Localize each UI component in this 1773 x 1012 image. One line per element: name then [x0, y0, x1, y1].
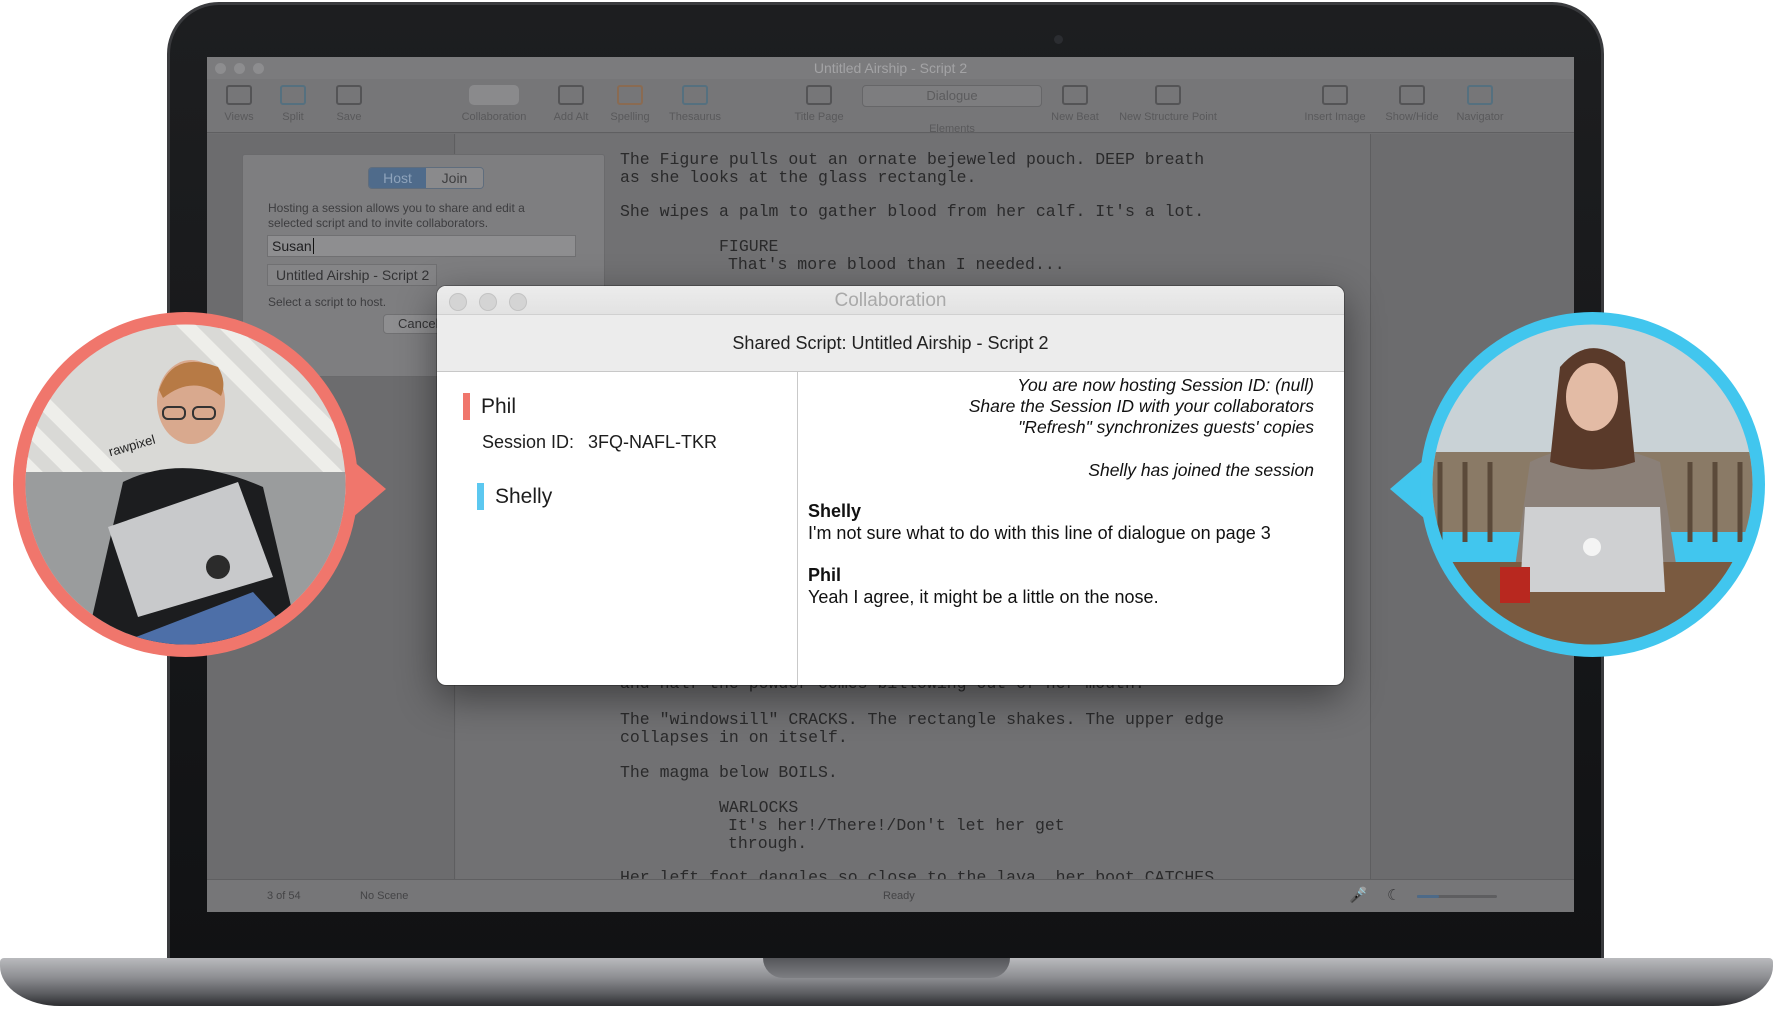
views-button[interactable]: Views — [219, 85, 259, 123]
collab-zoom-icon[interactable] — [509, 293, 527, 311]
script-action-1: The Figure pulls out an ornate bejeweled… — [620, 150, 1205, 187]
insert-image-button[interactable]: Insert Image — [1297, 85, 1373, 123]
script-select-hint: Select a script to host. — [268, 295, 387, 309]
participant-color-bar — [477, 483, 484, 510]
chat-author: Phil — [808, 565, 842, 585]
system-message: You are now hosting Session ID: (null) — [1017, 375, 1314, 395]
join-tab[interactable]: Join — [426, 168, 483, 188]
collab-minimize-icon[interactable] — [479, 293, 497, 311]
participant-list: Phil Session ID: 3FQ-NAFL-TKR Shelly — [437, 372, 798, 685]
avatar-pointer-right — [1390, 460, 1424, 518]
script-action-4: The "windowsill" CRACKS. The rectangle s… — [620, 710, 1224, 747]
chat-message: I'm not sure what to do with this line o… — [808, 523, 1271, 543]
script-character-2: WARLOCKS — [620, 798, 799, 817]
participant-name: Shelly — [495, 484, 553, 508]
collaboration-button[interactable]: Collaboration — [454, 85, 534, 123]
script-action-5: The magma below BOILS. — [620, 763, 838, 782]
speech-bubbles-icon — [558, 85, 584, 105]
elements-select[interactable]: Dialogue — [862, 85, 1042, 107]
collaboration-window: Collaboration Shared Script: Untitled Ai… — [437, 286, 1344, 685]
title-page-button[interactable]: Title Page — [789, 85, 849, 123]
page-counter: 3 of 54 — [267, 890, 301, 902]
compass-icon — [1467, 85, 1493, 105]
participant-phil[interactable]: Phil — [463, 393, 516, 420]
system-message: Share the Session ID with your collabora… — [968, 396, 1314, 416]
views-icon — [226, 85, 252, 105]
participant-color-bar — [463, 393, 470, 420]
script-dialogue-1: That's more blood than I needed... — [728, 255, 1065, 274]
save-button[interactable]: Save — [329, 85, 369, 123]
navigator-button[interactable]: Navigator — [1450, 85, 1510, 123]
show-hide-button[interactable]: Show/Hide — [1382, 85, 1442, 123]
script-select[interactable]: Untitled Airship - Script 2 — [267, 264, 437, 286]
avatar-phil[interactable]: rawpixel — [13, 312, 358, 657]
chat-message: Yeah I agree, it might be a little on th… — [808, 587, 1159, 607]
system-message: "Refresh" synchronizes guests' copies — [1018, 417, 1314, 437]
split-icon — [280, 85, 306, 105]
chat-log: You are now hosting Session ID: (null) S… — [799, 372, 1344, 685]
moon-icon[interactable]: ☾ — [1387, 886, 1400, 904]
join-message: Shelly has joined the session — [1088, 460, 1314, 480]
camera-icon — [1054, 35, 1063, 44]
toolbar: Views Split Save Collaboration Add Alt S… — [207, 79, 1574, 135]
session-id-label: Session ID: — [482, 432, 575, 452]
session-id-line: Session ID: 3FQ-NAFL-TKR — [482, 432, 717, 453]
host-tab[interactable]: Host — [369, 168, 426, 188]
zoom-slider[interactable] — [1417, 895, 1497, 898]
collab-close-icon[interactable] — [449, 293, 467, 311]
add-alt-button[interactable]: Add Alt — [549, 85, 593, 123]
scene-indicator: No Scene — [360, 890, 409, 902]
participant-name: Phil — [481, 394, 517, 418]
script-character-1: FIGURE — [620, 237, 779, 256]
host-name-input[interactable]: Susan — [267, 235, 576, 257]
minimize-window-icon[interactable] — [234, 63, 245, 74]
laptop-notch — [763, 958, 1010, 978]
new-structure-point-button[interactable]: New Structure Point — [1112, 85, 1224, 123]
avatar-phil-illustration — [25, 324, 346, 645]
structure-point-icon — [1155, 85, 1181, 105]
window-titlebar: Untitled Airship - Script 2 — [207, 57, 1574, 79]
collab-traffic-lights — [449, 293, 527, 311]
avatar-shelly[interactable] — [1420, 312, 1765, 657]
traffic-lights — [215, 63, 264, 74]
host-description: Hosting a session allows you to share an… — [268, 201, 525, 230]
session-id-value: 3FQ-NAFL-TKR — [588, 432, 718, 452]
split-button[interactable]: Split — [273, 85, 313, 123]
status-bar: 3 of 54 No Scene Ready 🎤 ☾ — [207, 879, 1574, 912]
save-icon — [336, 85, 362, 105]
script-action-6: Her left foot dangles so close to the la… — [620, 869, 1215, 879]
collaboration-titlebar: Collaboration — [437, 286, 1344, 315]
chat-author: Shelly — [808, 501, 862, 521]
script-dialogue-2: It's her!/There!/Don't let her get throu… — [728, 816, 1065, 853]
thesaurus-icon — [682, 85, 708, 105]
thesaurus-button[interactable]: Thesaurus — [663, 85, 727, 123]
microphone-icon[interactable]: 🎤 — [1349, 886, 1368, 904]
close-window-icon[interactable] — [215, 63, 226, 74]
avatar-shelly-illustration — [1432, 324, 1753, 645]
new-beat-button[interactable]: New Beat — [1047, 85, 1103, 123]
diamond-icon — [1062, 85, 1088, 105]
status-text: Ready — [883, 890, 915, 902]
people-icon — [469, 85, 519, 105]
participant-shelly[interactable]: Shelly — [477, 483, 552, 510]
zoom-window-icon[interactable] — [253, 63, 264, 74]
spelling-button[interactable]: Spelling — [605, 85, 655, 123]
spelling-icon — [617, 85, 643, 105]
eye-slash-icon — [1399, 85, 1425, 105]
shared-script-header: Shared Script: Untitled Airship - Script… — [437, 315, 1344, 372]
zoom-slider-fill — [1417, 895, 1439, 898]
host-join-segmented-control: Host Join — [368, 167, 484, 189]
window-title: Untitled Airship - Script 2 — [813, 60, 968, 76]
script-action-2: She wipes a palm to gather blood from he… — [620, 202, 1205, 221]
title-page-icon — [806, 85, 832, 105]
collaboration-title: Collaboration — [834, 290, 947, 311]
image-icon — [1322, 85, 1348, 105]
